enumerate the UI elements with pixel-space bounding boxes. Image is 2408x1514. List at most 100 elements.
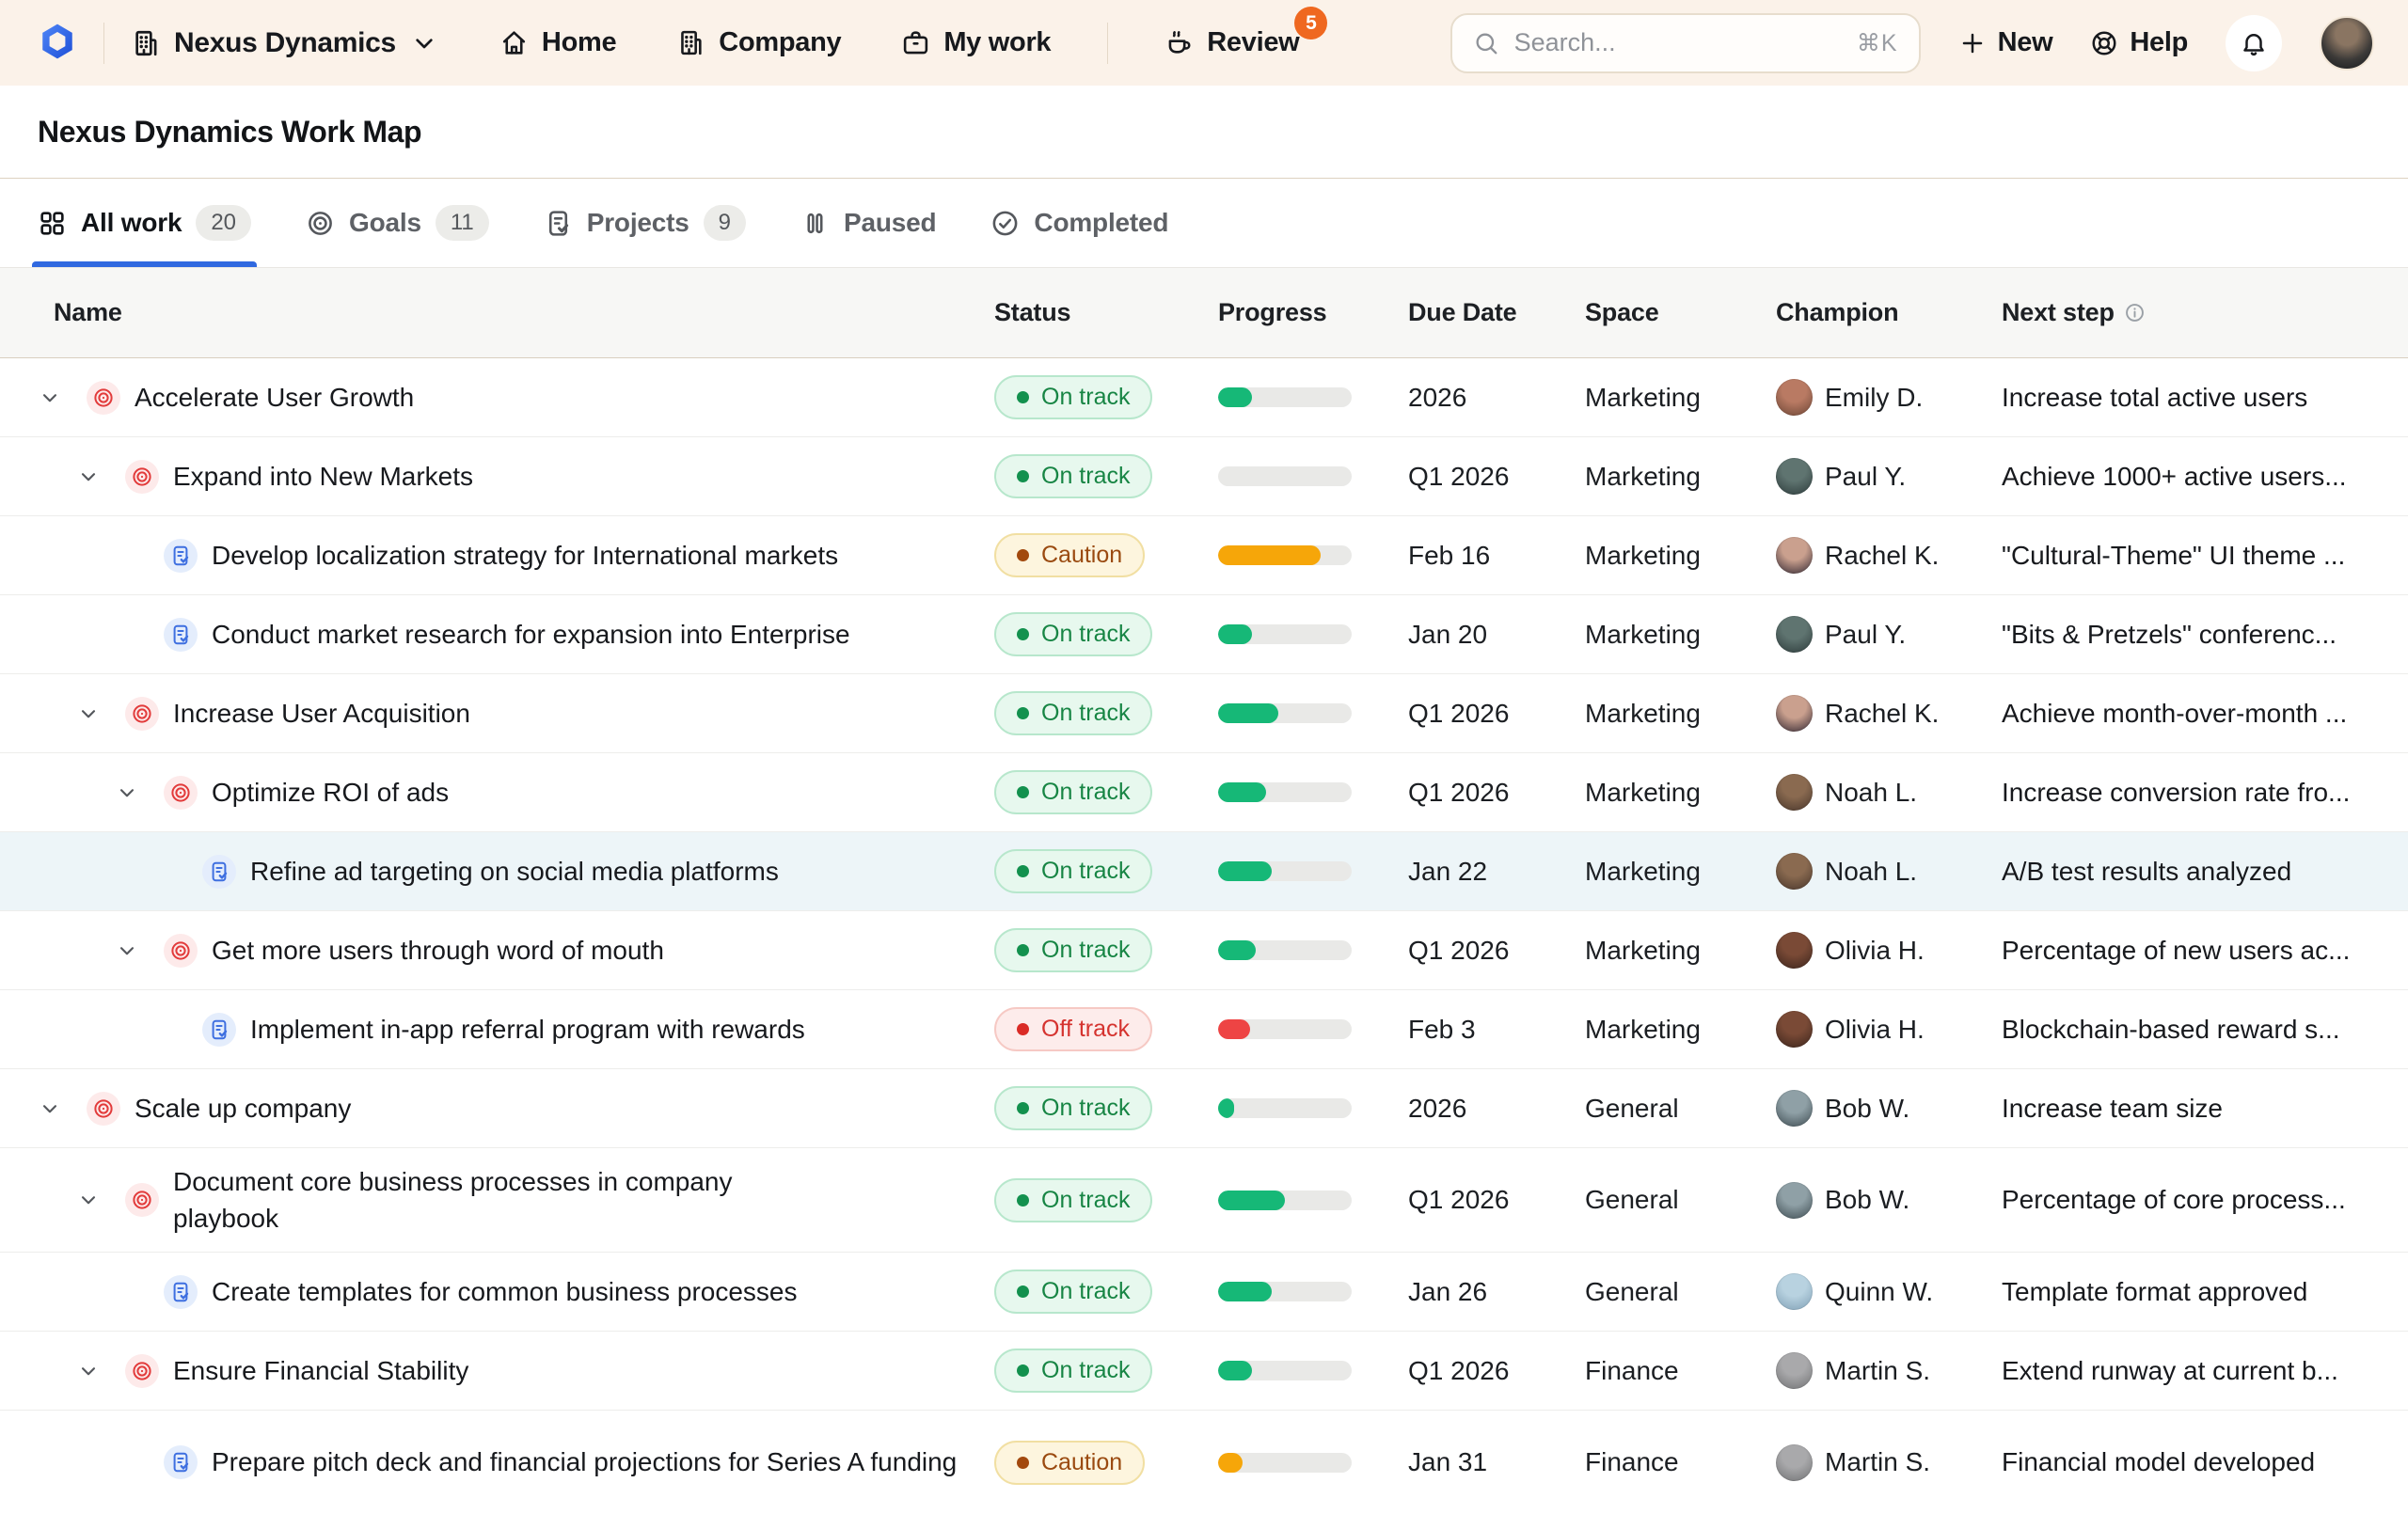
nav-company[interactable]: Company [676,27,841,58]
table-row[interactable]: Prepare pitch deck and financial project… [0,1410,2408,1514]
table-row[interactable]: Ensure Financial Stability On track Q1 2… [0,1331,2408,1410]
row-name-cell: Accelerate User Growth [0,379,994,416]
row-name[interactable]: Expand into New Markets [173,458,473,495]
row-name[interactable]: Scale up company [135,1090,351,1127]
next-step: Achieve month-over-month ... [2002,699,2408,729]
row-name[interactable]: Optimize ROI of ads [212,774,449,811]
status-badge[interactable]: On track [994,849,1152,893]
table-row[interactable]: Develop localization strategy for Intern… [0,515,2408,594]
tab-all-work[interactable]: All work 20 [38,179,251,267]
table-row[interactable]: Create templates for common business pro… [0,1252,2408,1331]
status-badge[interactable]: Caution [994,533,1145,577]
row-name[interactable]: Refine ad targeting on social media plat… [250,853,779,890]
status-badge[interactable]: On track [994,612,1152,656]
tab-completed[interactable]: Completed [990,179,1168,267]
status-badge[interactable]: On track [994,928,1152,972]
status-badge[interactable]: On track [994,770,1152,814]
row-name[interactable]: Develop localization strategy for Intern… [212,537,838,574]
status-badge[interactable]: Off track [994,1007,1152,1051]
next-step: "Cultural-Theme" UI theme ... [2002,541,2408,571]
row-status-cell: On track [994,849,1218,893]
table-row[interactable]: Scale up company On track 2026 General B… [0,1068,2408,1147]
status-dot [1017,391,1029,403]
nav-my-work[interactable]: My work [901,27,1051,58]
chevron-down-icon[interactable] [76,1359,101,1383]
tab-paused[interactable]: Paused [800,179,936,267]
tab-projects[interactable]: Projects 9 [544,179,746,267]
row-name[interactable]: Document core business processes in comp… [173,1163,832,1237]
status-badge[interactable]: On track [994,1086,1152,1130]
status-badge[interactable]: Caution [994,1441,1145,1485]
search-input[interactable] [1513,27,1844,58]
table-row[interactable]: Get more users through word of mouth On … [0,910,2408,989]
help-button[interactable]: Help [2090,27,2188,58]
space: Marketing [1585,541,1776,571]
table-row[interactable]: Refine ad targeting on social media plat… [0,831,2408,910]
status-dot [1017,1457,1029,1469]
status-dot [1017,628,1029,640]
column-header-space[interactable]: Space [1585,298,1776,327]
row-status-cell: On track [994,1178,1218,1222]
row-name[interactable]: Increase User Acquisition [173,695,470,732]
chevron-down-icon[interactable] [115,781,139,805]
search-box[interactable]: ⌘K [1450,13,1921,73]
chevron-down-icon[interactable] [115,938,139,963]
status-dot [1017,1194,1029,1206]
notifications-button[interactable] [2226,15,2282,71]
row-name-cell: Get more users through word of mouth [0,932,994,969]
status-badge[interactable]: On track [994,454,1152,498]
row-name[interactable]: Prepare pitch deck and financial project… [212,1443,957,1480]
user-avatar[interactable] [2320,16,2374,71]
chevron-down-icon[interactable] [76,1188,101,1212]
table-row[interactable]: Expand into New Markets On track Q1 2026… [0,436,2408,515]
table-row[interactable]: Optimize ROI of ads On track Q1 2026 Mar… [0,752,2408,831]
champion-cell: Paul Y. [1776,616,2002,653]
row-name[interactable]: Ensure Financial Stability [173,1352,468,1389]
next-step: Increase team size [2002,1094,2408,1124]
row-name[interactable]: Get more users through word of mouth [212,932,664,969]
table-row[interactable]: Implement in-app referral program with r… [0,989,2408,1068]
column-header-next-step[interactable]: Next step [2002,298,2408,327]
progress-fill [1218,1098,1234,1118]
table-body: Accelerate User Growth On track 2026 Mar… [0,358,2408,1514]
row-name[interactable]: Conduct market research for expansion in… [212,616,850,653]
status-badge[interactable]: On track [994,1270,1152,1314]
chevron-down-icon[interactable] [38,386,62,410]
status-badge[interactable]: On track [994,375,1152,419]
table-row[interactable]: Conduct market research for expansion in… [0,594,2408,673]
column-header-champion[interactable]: Champion [1776,298,2002,327]
avatar [1776,695,1813,732]
column-header-progress[interactable]: Progress [1218,298,1408,327]
project-clipboard-icon [164,618,198,652]
due-date: Jan 20 [1408,620,1585,650]
app-logo-icon[interactable] [38,22,77,65]
row-name[interactable]: Create templates for common business pro… [212,1273,798,1310]
progress-fill [1218,782,1266,802]
status-badge[interactable]: On track [994,691,1152,735]
nav-home[interactable]: Home [499,27,616,58]
column-header-due-date[interactable]: Due Date [1408,298,1585,327]
status-badge[interactable]: On track [994,1348,1152,1393]
table-row[interactable]: Accelerate User Growth On track 2026 Mar… [0,358,2408,436]
champion-cell: Bob W. [1776,1090,2002,1127]
status-label: On track [1041,621,1130,648]
due-date: Feb 16 [1408,541,1585,571]
row-name[interactable]: Accelerate User Growth [135,379,414,416]
avatar [1776,1090,1813,1127]
next-step: Increase total active users [2002,383,2408,413]
table-row[interactable]: Document core business processes in comp… [0,1147,2408,1252]
chevron-down-icon[interactable] [38,1096,62,1121]
row-name[interactable]: Implement in-app referral program with r… [250,1011,805,1048]
row-name-cell: Refine ad targeting on social media plat… [0,853,994,890]
status-badge[interactable]: On track [994,1178,1152,1222]
column-header-status[interactable]: Status [994,298,1218,327]
column-header-name[interactable]: Name [0,298,994,327]
new-button[interactable]: New [1958,27,2053,58]
chevron-down-icon[interactable] [76,702,101,726]
nav-review[interactable]: Review 5 [1164,27,1299,58]
chevron-down-icon[interactable] [76,465,101,489]
workspace-switcher[interactable]: Nexus Dynamics [131,27,439,59]
progress-bar [1218,1191,1352,1210]
table-row[interactable]: Increase User Acquisition On track Q1 20… [0,673,2408,752]
tab-goals[interactable]: Goals 11 [306,179,489,267]
